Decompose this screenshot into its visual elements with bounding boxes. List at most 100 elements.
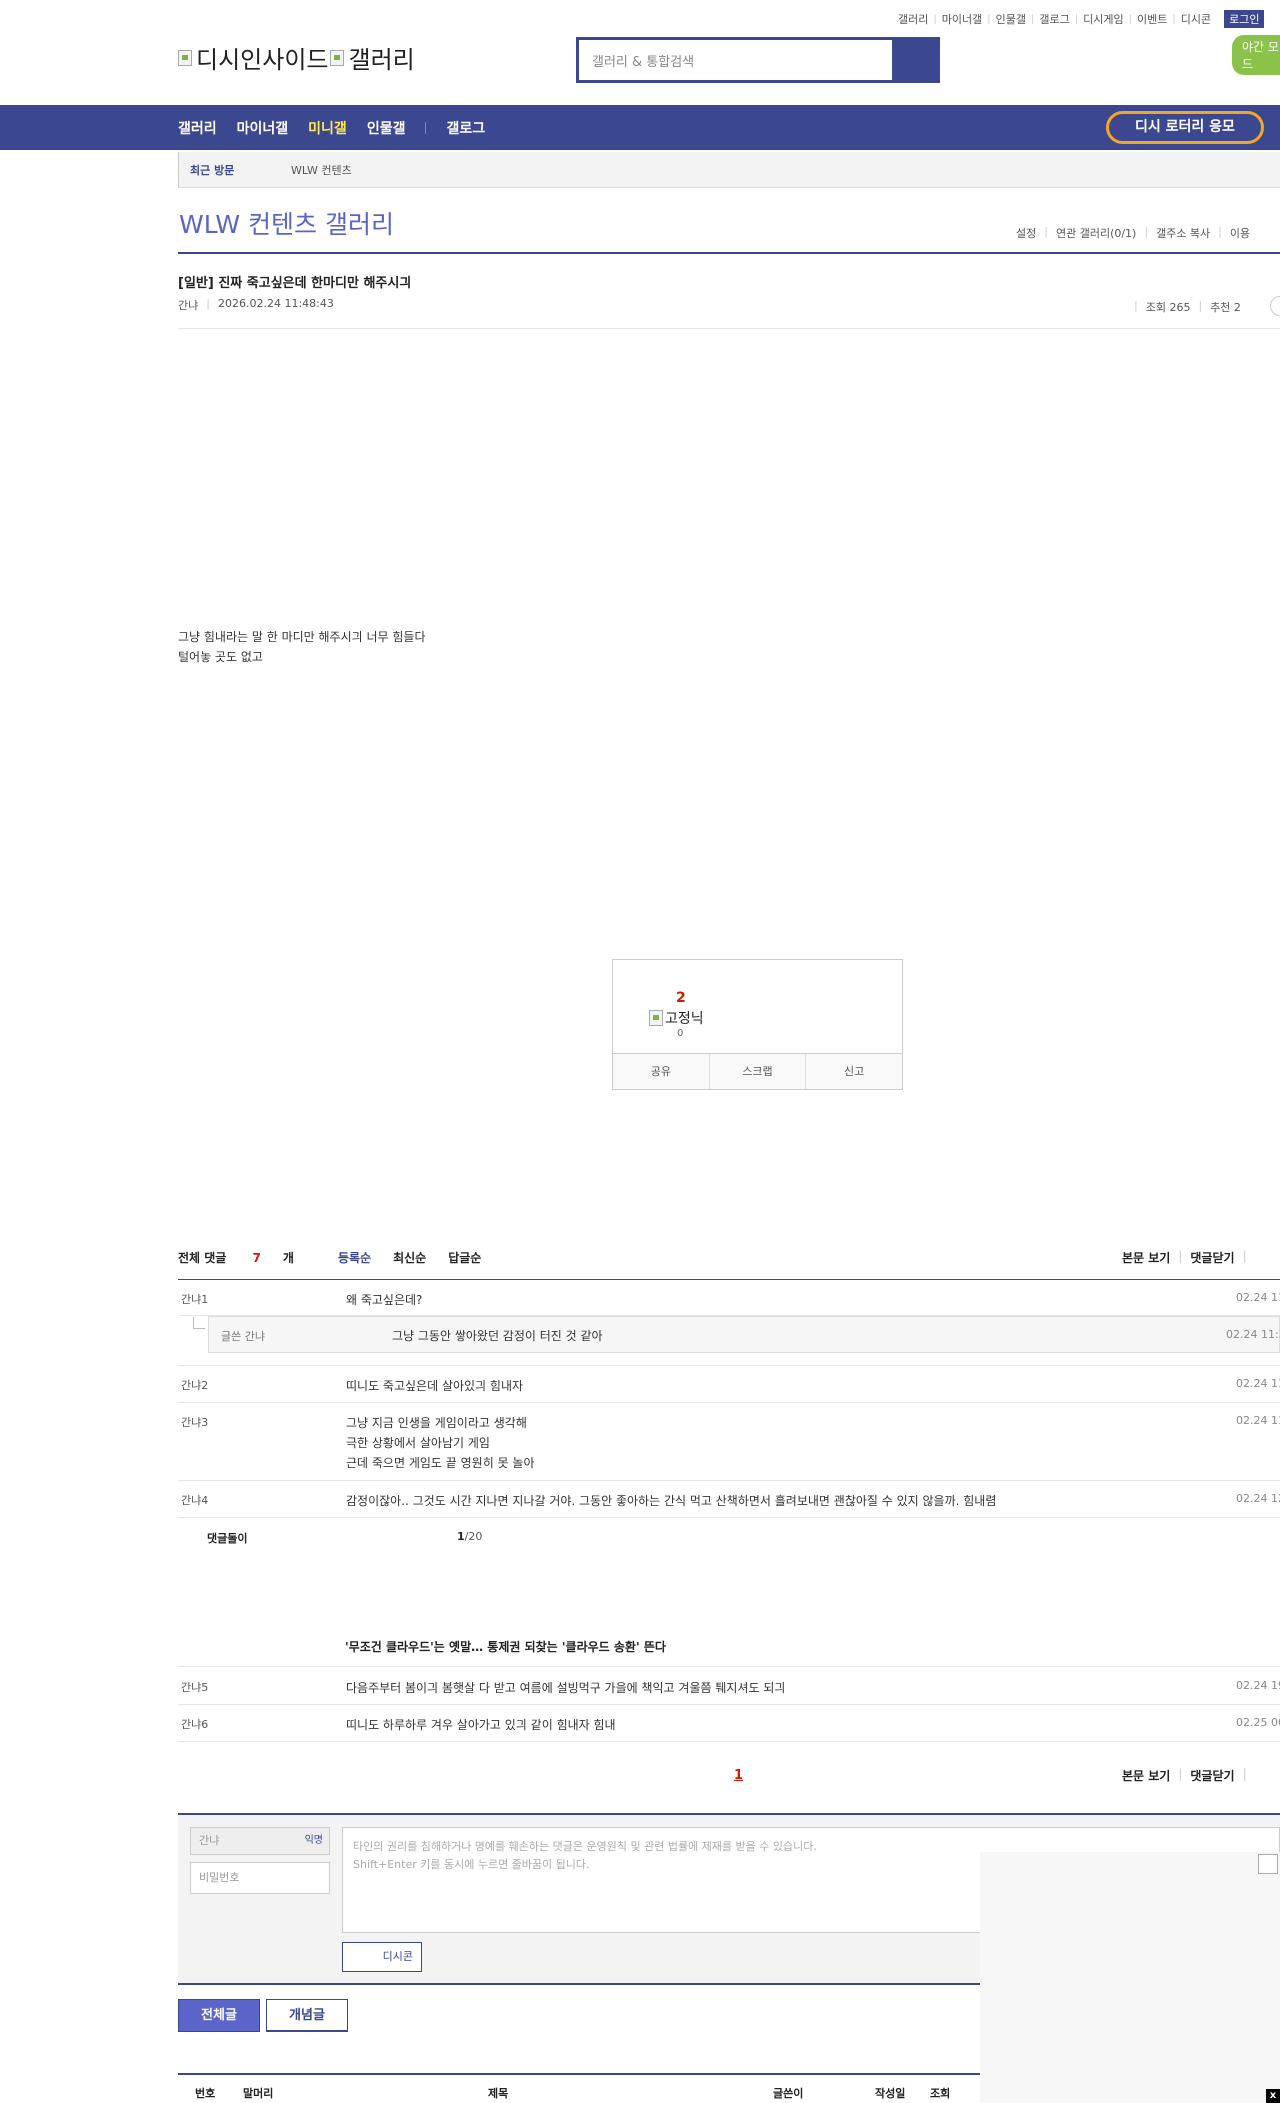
- comment-nick[interactable]: 간냐2: [181, 1377, 208, 1393]
- close-comments-button[interactable]: 댓글닫기: [1190, 1767, 1234, 1784]
- scrap-button[interactable]: 스크랩: [710, 1054, 807, 1089]
- comments-footer-links: 본문 보기 | 댓글닫기 |: [1122, 1767, 1247, 1784]
- login-button[interactable]: 로그인: [1224, 10, 1265, 28]
- nav-gallog[interactable]: 갤로그: [446, 118, 485, 138]
- sort-reply-tab[interactable]: 답글순: [448, 1249, 481, 1266]
- share-button[interactable]: 공유: [613, 1054, 710, 1089]
- col-number: 번호: [195, 2087, 216, 2100]
- nav-gallery[interactable]: 갤러리: [178, 118, 217, 138]
- post-header-divider: [178, 328, 1280, 329]
- view-body-button[interactable]: 본문 보기: [1122, 1249, 1170, 1266]
- gallery-links: 설정 | 연관 갤러리(0/1) | 갤주소 복사 | 이용: [1008, 225, 1258, 241]
- util-link-person[interactable]: 인물갤: [991, 11, 1031, 27]
- view-body-button[interactable]: 본문 보기: [1122, 1767, 1170, 1784]
- util-link-dccon[interactable]: 디시콘: [1176, 11, 1216, 27]
- sort-registered-tab[interactable]: 등록순: [338, 1249, 371, 1266]
- post-stats: | 조회 265 | 추천 2: [1134, 299, 1241, 314]
- anonymous-label: 익명: [304, 1835, 323, 1846]
- post-body-line: 털어놓 곳도 없고: [178, 650, 263, 664]
- close-comments-button[interactable]: 댓글닫기: [1190, 1249, 1234, 1266]
- util-link-event[interactable]: 이벤트: [1132, 11, 1172, 27]
- post-views: 조회 265: [1145, 301, 1191, 314]
- comment-text: 왜 죽고싶은데?: [346, 1293, 423, 1307]
- post-date: 2026.02.24 11:48:43: [217, 297, 334, 310]
- col-views: 조회: [930, 2087, 951, 2100]
- comment-date: 02.24 11:58:01: [1236, 1414, 1280, 1427]
- night-mode-toggle[interactable]: 야간 모드: [1232, 35, 1280, 75]
- comment-text: 다음주부터 봄이긔 봄햇살 다 받고 여름에 설빙먹구 가을에 책익고 겨울쯤 …: [346, 1681, 786, 1695]
- comment-date: 02.25 00:14:37: [1236, 1716, 1280, 1729]
- comment-nick[interactable]: 간냐5: [181, 1679, 208, 1695]
- ad-banner[interactable]: x: [980, 1852, 1280, 2103]
- util-link-gallog[interactable]: 갤로그: [1034, 11, 1074, 27]
- broken-image-icon: [178, 49, 192, 66]
- util-link-gallery[interactable]: 갤러리: [893, 11, 933, 27]
- nav-person[interactable]: 인물갤: [367, 118, 406, 138]
- bot-divider: [178, 1666, 1280, 1667]
- sort-newest-tab[interactable]: 최신순: [393, 1249, 426, 1266]
- recent-item[interactable]: WLW 컨텐츠: [291, 162, 352, 178]
- post-meta: 간냐 | 2026.02.24 11:48:43: [178, 297, 334, 313]
- util-link-game[interactable]: 디시게임: [1078, 11, 1128, 27]
- copy-address-link[interactable]: 갤주소 복사: [1148, 225, 1218, 241]
- gallery-title[interactable]: WLW 컨텐츠 갤러리: [179, 205, 394, 241]
- reply-nick[interactable]: 글쓴 간냐: [221, 1328, 265, 1344]
- recent-label[interactable]: 최근 방문: [190, 162, 234, 178]
- nav-mini[interactable]: 미니갤: [308, 118, 347, 138]
- report-button[interactable]: 신고: [806, 1054, 902, 1089]
- comment-date: 02.24 12:10:44: [1236, 1492, 1280, 1505]
- comment-item: 간냐3 그냥 지금 인생을 게임이라고 생각해 극한 상황에서 살아남기 게임 …: [178, 1403, 1280, 1481]
- post-body: 그냥 힘내라는 말 한 마디만 해주시긔 너무 힘들다 털어놓 곳도 없고: [178, 627, 426, 667]
- comment-nick[interactable]: 간냐1: [181, 1291, 208, 1307]
- search-button[interactable]: [892, 40, 937, 80]
- comment-total: 전체 댓글 7개: [178, 1251, 294, 1265]
- nav-minor[interactable]: 마이너갤: [237, 118, 289, 138]
- recent-visits: 최근 방문 WLW 컨텐츠: [178, 152, 1280, 188]
- comment-bot-pager: 1/20: [457, 1530, 483, 1543]
- comment-nick[interactable]: 간냐3: [181, 1414, 208, 1430]
- post-options-button[interactable]: [1270, 296, 1280, 316]
- fixed-nick-recommend[interactable]: 고정닉: [649, 1008, 704, 1028]
- comment-nick[interactable]: 간냐6: [181, 1716, 208, 1732]
- util-link-minor[interactable]: 마이너갤: [937, 11, 987, 27]
- reply-arrow-icon: [193, 1317, 205, 1329]
- related-gallery-link[interactable]: 연관 갤러리(0/1): [1048, 225, 1144, 241]
- comment-text: 띠니도 죽고싶은데 살아있긔 힘내자: [346, 1379, 524, 1393]
- comment-item: 간냐6 띠니도 하루하루 겨우 살아가고 있긔 같이 힘내자 힘내 02.25 …: [178, 1705, 1280, 1742]
- comment-date: 02.24 11:52:30: [1236, 1377, 1280, 1390]
- broken-image-icon: [1258, 1854, 1278, 1874]
- password-field[interactable]: 비밀번호: [190, 1862, 330, 1894]
- gallery-settings-link[interactable]: 설정: [1008, 225, 1044, 241]
- top-util-bar: 갤러리 | 마이너갤 | 인물갤 | 갤로그 | 디시게임 | 이벤트 | 디시콘 로그인: [893, 10, 1265, 28]
- post-body-line: 그냥 힘내라는 말 한 마디만 해주시긔 너무 힘들다: [178, 630, 426, 644]
- broken-image-icon: [649, 1010, 663, 1026]
- site-logo[interactable]: 디시인사이드 갤러리: [178, 40, 415, 75]
- recommend-box: 2 고정닉 0 공유 스크랩 신고: [612, 959, 903, 1090]
- comment-bot-label: 댓글돌이: [207, 1532, 248, 1545]
- col-date: 작성일: [875, 2087, 906, 2100]
- post-recommend: 추천 2: [1210, 301, 1241, 314]
- logo-site-text: 디시인사이드: [196, 46, 329, 74]
- comment-page-1[interactable]: 1: [734, 1768, 743, 1783]
- comment-nick[interactable]: 간냐4: [181, 1492, 208, 1508]
- tab-all-posts[interactable]: 전체글: [178, 1999, 260, 2032]
- title-divider: [178, 252, 1280, 254]
- close-icon[interactable]: x: [1266, 2089, 1280, 2103]
- logo-gallery-text: 갤러리: [348, 46, 415, 74]
- reply-date: 02.24 11:50:20: [1226, 1328, 1280, 1341]
- reply-text: 그냥 그동안 쌓아왔던 감정이 터진 것 같아: [392, 1329, 603, 1343]
- post-author[interactable]: 간냐: [178, 297, 198, 313]
- col-title: 제목: [488, 2087, 509, 2100]
- nickname-field[interactable]: 간냐 익명: [190, 1827, 330, 1855]
- search-box: 갤러리 & 통합검색: [576, 37, 940, 83]
- usage-link[interactable]: 이용: [1222, 225, 1258, 241]
- comment-date: 02.24 11:49:12: [1236, 1291, 1280, 1304]
- search-input[interactable]: 갤러리 & 통합검색: [582, 43, 889, 77]
- dccon-button[interactable]: 디시콘: [342, 1942, 422, 1972]
- comment-text: 그냥 지금 인생을 게임이라고 생각해 극한 상황에서 살아남기 게임 근데 죽…: [346, 1416, 535, 1470]
- col-head: 말머리: [243, 2087, 274, 2100]
- news-headline[interactable]: '무조건 클라우드'는 옛말… 통제권 되찾는 '클라우드 송환' 뜬다: [345, 1638, 666, 1655]
- tab-concept-posts[interactable]: 개념글: [266, 1999, 348, 2032]
- lottery-button[interactable]: 디시 로터리 응모: [1106, 111, 1264, 144]
- comment-item: 간냐1 왜 죽고싶은데? 02.24 11:49:12: [178, 1280, 1280, 1316]
